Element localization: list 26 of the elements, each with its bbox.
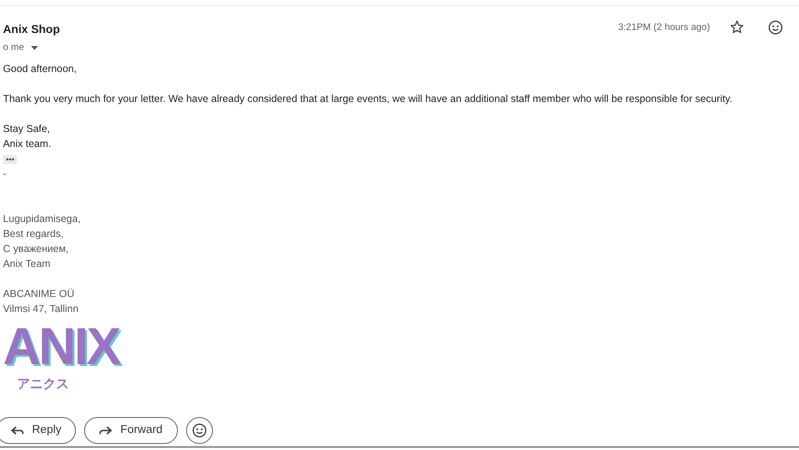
message-text-line: Vilmsi 47, Tallinn [3,304,78,314]
emoji-reaction-button[interactable] [186,417,213,444]
dropdown-icon[interactable] [31,46,38,50]
message-text-line: Thank you very much for your letter. We have already considered that at large events, we will have an additional staff member who will be responsible for security. [3,94,732,104]
timestamp: 3:21PM (2 hours ago) [618,21,710,35]
message-text-line: Good afternoon, [3,64,77,74]
star-icon[interactable] [730,20,744,34]
logo-subtitle: アニクス [17,376,69,390]
message-text-line: Stay Safe, [3,124,50,134]
forward-icon [99,426,112,436]
message-text-line: ABCANIME OÜ [3,288,74,300]
emoji-icon[interactable] [768,20,783,35]
show-trimmed-button[interactable]: ••• [3,154,18,164]
emoji-icon [192,423,207,438]
message-text-line: Best regards, [3,228,64,240]
reply-icon [11,426,24,436]
message-text-line: С уважением, [3,244,69,254]
recipient-label: o me [3,41,24,56]
message-text-line: Anix Team [3,258,50,270]
logo-text: ANIX [3,322,120,370]
reply-button[interactable]: Reply [0,417,76,444]
sender-name: Anix Shop [3,23,60,38]
message-text-line: Lugupidamisega, [3,214,81,224]
message-text-line: Anix team. [3,138,52,150]
forward-button[interactable]: Forward [84,417,178,444]
message-text-line: - [3,168,6,180]
